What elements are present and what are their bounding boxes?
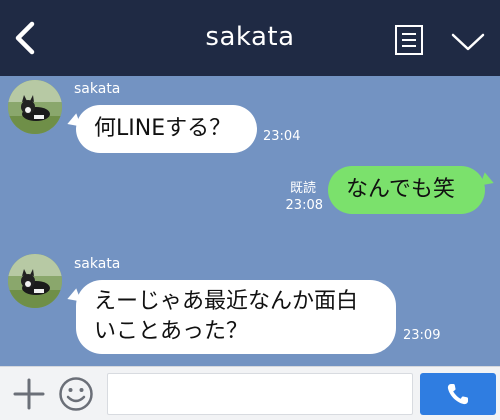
input-bar	[0, 366, 500, 420]
call-button[interactable]	[420, 373, 496, 415]
read-receipt: 既読	[289, 181, 316, 196]
message-time: 23:04	[263, 129, 301, 144]
sender-name: sakata	[74, 256, 121, 272]
message-text-line: えーじゃあ最近なんか面白	[94, 289, 359, 314]
chevron-down-icon[interactable]	[450, 30, 486, 54]
avatar[interactable]	[8, 80, 62, 134]
message-input[interactable]	[107, 373, 413, 415]
back-chevron-icon[interactable]	[8, 18, 42, 58]
message-text-line: いことあった？	[94, 319, 249, 344]
avatar[interactable]	[8, 254, 62, 308]
message-text: なんでも笑	[346, 177, 455, 202]
notes-icon[interactable]	[394, 24, 424, 56]
plus-icon[interactable]	[12, 377, 46, 411]
smiley-icon[interactable]	[58, 376, 94, 412]
chat-header: sakata	[0, 0, 500, 76]
message-list: sakata 何LINEする？ 23:04 既読 23:08 なんでも笑 sak…	[0, 76, 500, 366]
message-bubble-incoming[interactable]: 何LINEする？	[76, 105, 257, 153]
message-text: 何LINEする？	[94, 116, 232, 141]
message-bubble-incoming[interactable]: えーじゃあ最近なんか面白 いことあった？	[76, 280, 396, 354]
phone-icon	[447, 384, 468, 405]
message-bubble-outgoing[interactable]: なんでも笑	[328, 166, 485, 214]
message-time: 23:09	[403, 328, 441, 343]
sender-name: sakata	[74, 81, 121, 97]
chat-title: sakata	[205, 22, 295, 52]
message-time: 23:08	[285, 198, 323, 213]
